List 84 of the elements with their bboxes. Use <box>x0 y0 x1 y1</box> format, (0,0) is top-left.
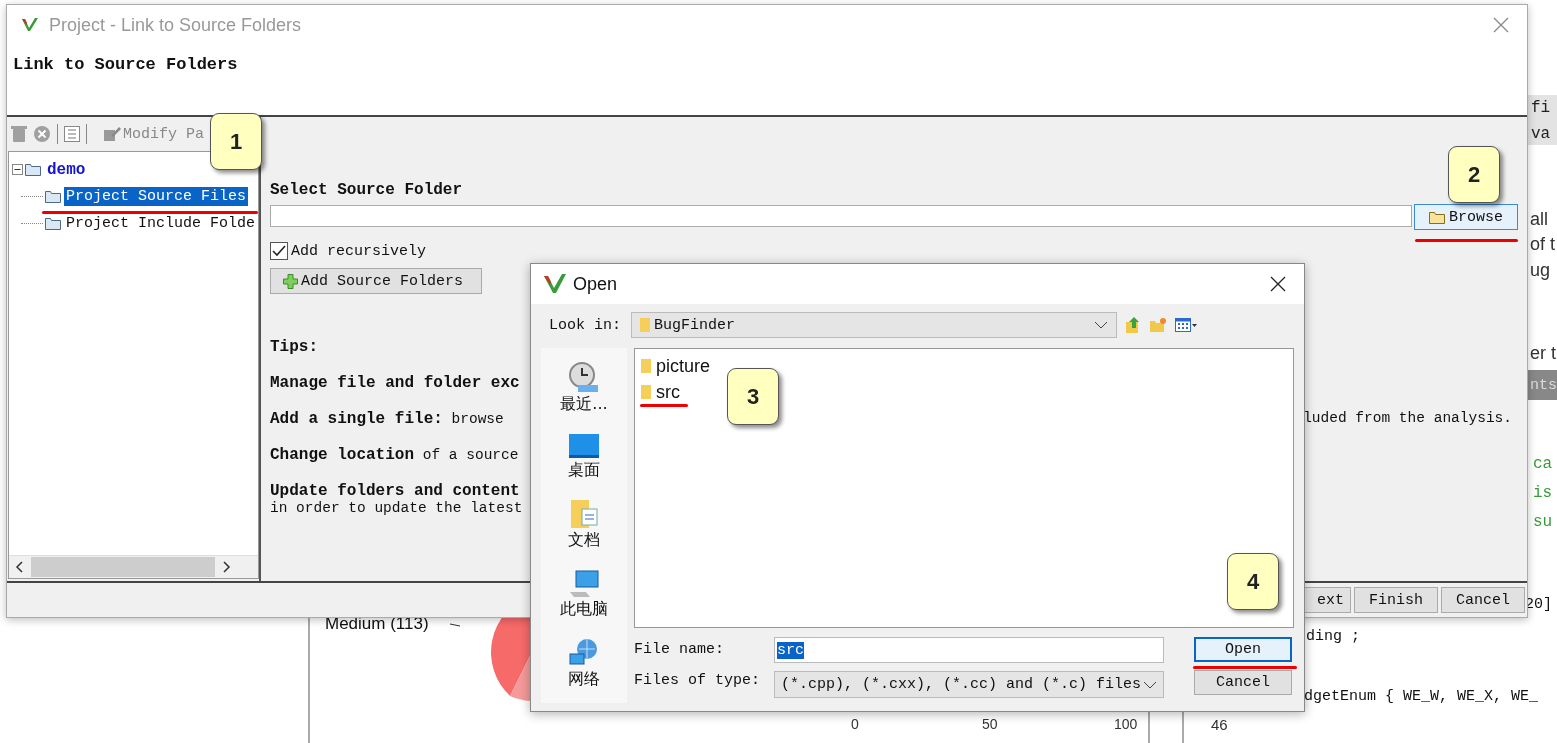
plus-icon <box>283 273 298 289</box>
folder-icon <box>641 359 651 373</box>
background-text: is <box>1533 484 1553 502</box>
edit-icon <box>103 126 121 142</box>
computer-icon <box>568 569 600 598</box>
row-number: 46 <box>1211 716 1228 733</box>
field-label: File name: <box>634 641 724 658</box>
up-folder-icon[interactable] <box>1125 316 1141 334</box>
tip-heading: Manage file and folder exc <box>270 374 520 392</box>
step-callout: 1 <box>210 113 262 170</box>
tip-heading: Update folders and content <box>270 482 520 500</box>
folder-icon <box>45 190 61 203</box>
chevron-down-icon <box>1143 680 1157 689</box>
add-source-folders-button[interactable]: Add Source Folders <box>270 268 482 294</box>
checkbox[interactable] <box>270 242 288 260</box>
field-label: Select Source Folder <box>270 181 463 199</box>
background-text: all <box>1530 209 1548 230</box>
place-item[interactable]: 此电脑 <box>560 569 608 620</box>
place-item[interactable]: 网络 <box>568 637 600 690</box>
background-text: nts <box>1530 377 1557 394</box>
logo-icon <box>21 17 39 33</box>
axis-tick-label: 0 <box>851 716 859 732</box>
background-text: va <box>1531 125 1551 143</box>
clock-icon <box>568 361 600 394</box>
folder-icon <box>25 163 41 176</box>
tip-text: Add a single file: browse <box>270 410 504 428</box>
background-text: er t <box>1530 343 1556 364</box>
axis-tick-label: 100 <box>1114 716 1138 732</box>
field-label: Look in: <box>548 316 621 334</box>
logo-icon <box>543 273 567 295</box>
remove-icon[interactable] <box>33 125 51 143</box>
trash-icon[interactable] <box>11 125 27 143</box>
look-in-dropdown[interactable]: BugFinder <box>631 312 1117 338</box>
place-item[interactable]: 桌面 <box>568 433 600 482</box>
background-text: fi <box>1531 99 1551 117</box>
axis-tick-label: 50 <box>982 716 998 732</box>
checkbox-label: Add recursively <box>291 242 427 260</box>
folder-icon <box>641 385 651 399</box>
tree-item[interactable]: Project Source Files <box>64 187 249 206</box>
wizard-button[interactable]: Finish <box>1354 587 1438 613</box>
place-item[interactable]: 文档 <box>568 499 600 552</box>
file-type-dropdown[interactable]: (*.cpp), (*.cxx), (*.cc) and (*.c) files <box>774 671 1164 698</box>
desktop-icon <box>568 433 600 460</box>
folder-input-field[interactable] <box>270 205 1412 227</box>
dialog-button[interactable]: Cancel <box>1194 670 1292 695</box>
close-icon[interactable] <box>1270 276 1286 292</box>
background-text: ug <box>1530 260 1551 281</box>
tree-item[interactable]: Project Include Folde <box>64 214 258 233</box>
tips-heading: Tips: <box>270 338 318 356</box>
folder-icon <box>45 217 61 230</box>
tree-item[interactable]: demo <box>47 160 86 179</box>
expander-icon[interactable] <box>12 164 23 175</box>
code-line: dgetEnum { WE_W, WE_X, WE_ <box>1304 688 1539 705</box>
step-callout: 2 <box>1448 146 1500 203</box>
list-icon[interactable] <box>64 126 80 142</box>
code-line: ding ; <box>1306 628 1360 645</box>
view-menu-icon[interactable] <box>1175 317 1197 333</box>
window-title: Project - Link to Source Folders <box>49 14 302 36</box>
step-callout: 4 <box>1227 553 1279 610</box>
background-text: of t <box>1530 234 1555 255</box>
folder-icon <box>640 318 650 332</box>
background-text: ca <box>1533 455 1553 473</box>
place-item[interactable]: 最近... <box>560 361 608 416</box>
documents-icon <box>570 499 598 530</box>
folder-item[interactable]: picture <box>641 353 711 379</box>
annotation-underline <box>640 404 688 407</box>
page-heading: Link to Source Folders <box>13 55 238 74</box>
dialog-title: Open <box>573 273 618 295</box>
folder-icon <box>1429 210 1445 224</box>
wizard-button[interactable]: Cancel <box>1441 587 1525 613</box>
chevron-down-icon <box>1094 321 1108 329</box>
step-callout: 3 <box>727 368 779 425</box>
field-label: Files of type: <box>634 672 761 689</box>
new-folder-icon[interactable] <box>1149 317 1167 333</box>
file-name-field[interactable]: src <box>774 637 1164 663</box>
scrollbar[interactable] <box>9 555 258 578</box>
tip-text: Change location of a source <box>270 446 519 464</box>
tip-text: in order to update the latest <box>270 500 523 516</box>
network-icon <box>569 637 599 668</box>
background-text: su <box>1533 513 1553 531</box>
tip-text: luded from the analysis. <box>1303 410 1513 428</box>
browse-button[interactable]: Browse <box>1414 204 1518 230</box>
dialog-button[interactable]: Open <box>1194 637 1292 662</box>
folder-item[interactable]: src <box>641 379 680 405</box>
